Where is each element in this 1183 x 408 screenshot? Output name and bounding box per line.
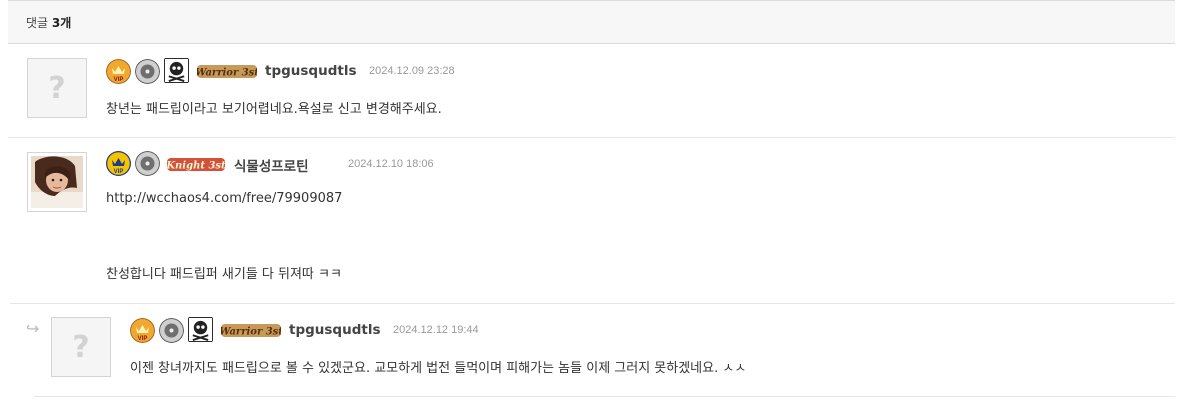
comment-date: 2024.12.12 19:44 [393, 324, 479, 336]
disc-badge-icon [135, 59, 160, 84]
comment-text: 찬성합니다 패드립퍼 새기들 다 뒤져따 ㅋㅋ [106, 267, 342, 282]
comment-date: 2024.12.10 18:06 [348, 158, 434, 170]
disc-badge-icon [135, 151, 160, 176]
default-avatar[interactable]: ? [27, 58, 87, 118]
disc-badge-icon [159, 318, 184, 343]
question-mark-icon: ? [72, 329, 90, 365]
reply-arrow-icon: ↪ [26, 319, 40, 338]
comments-header: 댓글 3개 [8, 1, 1175, 44]
skull-badge-icon [164, 58, 189, 83]
vip-badge-icon: VIP [106, 59, 131, 84]
default-avatar[interactable]: ? [51, 317, 111, 377]
comment-text: 이젠 창녀까지도 패드립으로 볼 수 있겠군요. 교모하게 법전 들먹이며 피해… [130, 361, 747, 376]
skull-badge-icon [188, 317, 213, 342]
comment-divider [34, 396, 1175, 397]
comment-count-label: 댓글 [26, 16, 49, 30]
question-mark-icon: ? [48, 70, 66, 106]
user-photo-image [31, 156, 83, 208]
svg-text:VIP: VIP [114, 77, 124, 83]
comment-count: 댓글 3개 [26, 14, 71, 31]
svg-text:Knight 3st: Knight 3st [167, 161, 225, 172]
vip-badge-icon: VIP [106, 151, 131, 176]
vip-badge-icon: VIP [130, 318, 155, 343]
user-avatar[interactable] [27, 152, 87, 212]
comment-author[interactable]: tpgusqudtls [289, 322, 380, 338]
comment-link[interactable]: http://wcchaos4.com/free/79909087 [106, 191, 342, 206]
comment-divider [10, 303, 1175, 304]
svg-text:Warrior 3st: Warrior 3st [197, 68, 257, 79]
comment-author[interactable]: 식물성프로틴 [234, 155, 309, 175]
comment-author[interactable]: tpgusqudtls [265, 63, 356, 79]
rank-emblem: Warrior 3st [197, 65, 257, 79]
comment-text: 창년는 패드립이라고 보기어렵네요.욕설로 신고 변경해주세요. [106, 102, 442, 117]
svg-text:Warrior 3st: Warrior 3st [221, 327, 281, 338]
svg-text:VIP: VIP [138, 336, 148, 342]
comment-divider [8, 137, 1175, 138]
rank-emblem: Warrior 3st [221, 324, 281, 338]
svg-text:VIP: VIP [114, 169, 124, 175]
rank-emblem: Knight 3st [167, 158, 225, 172]
comment-date: 2024.12.09 23:28 [369, 65, 455, 77]
comment-count-value: 3개 [51, 16, 72, 30]
